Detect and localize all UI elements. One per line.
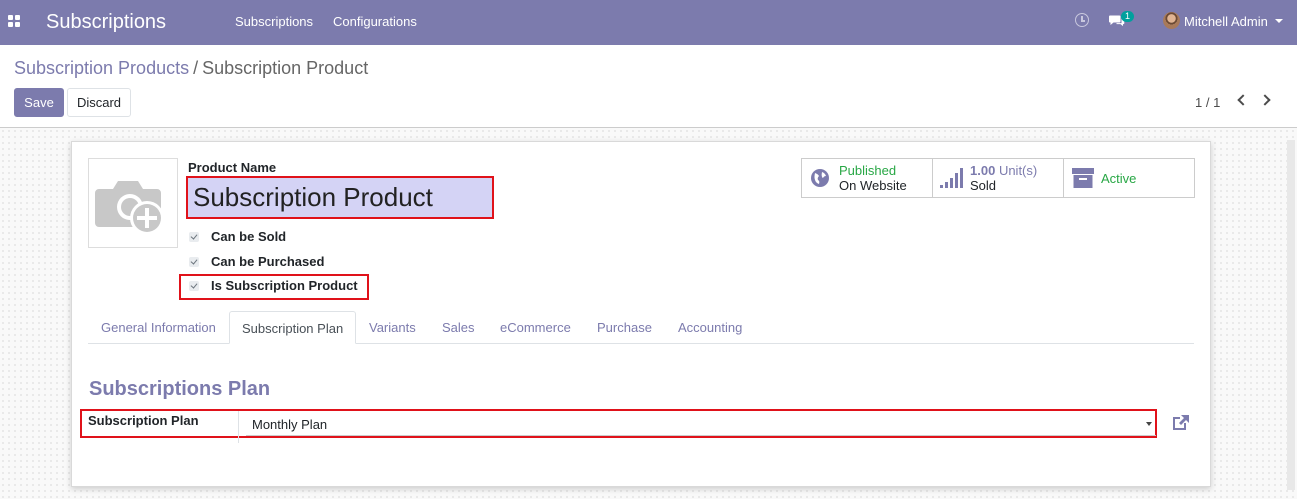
is-subscription-checkbox[interactable] — [189, 281, 199, 291]
chevron-down-icon[interactable] — [1275, 19, 1283, 23]
tab-general-information[interactable]: General Information — [101, 320, 216, 335]
breadcrumb-parent[interactable]: Subscription Products — [14, 58, 189, 78]
active-status: Active — [1101, 171, 1137, 186]
tab-subscription-plan[interactable]: Subscription Plan — [229, 311, 356, 344]
user-menu[interactable]: Mitchell Admin — [1184, 14, 1268, 29]
tab-subscription-plan-label: Subscription Plan — [242, 321, 344, 336]
sold-subtext: Sold — [970, 178, 997, 193]
menu-configurations[interactable]: Configurations — [333, 14, 417, 29]
clock-icon[interactable] — [1075, 13, 1089, 27]
top-navbar: Subscriptions Subscriptions Configuratio… — [0, 0, 1297, 45]
archive-icon — [1072, 168, 1094, 188]
bar-chart-icon — [940, 168, 963, 188]
breadcrumb-current: Subscription Product — [202, 58, 369, 78]
dropdown-caret-icon[interactable] — [1146, 422, 1152, 426]
published-smart-button[interactable]: Published On Website — [801, 158, 933, 198]
globe-icon — [811, 169, 829, 187]
save-button[interactable]: Save — [14, 88, 64, 117]
product-name-label: Product Name — [188, 160, 277, 175]
is-subscription-label: Is Subscription Product — [211, 278, 358, 293]
camera-add-icon — [95, 181, 164, 235]
product-image[interactable] — [88, 158, 178, 248]
breadcrumb: Subscription Products / Subscription Produ… — [14, 58, 368, 78]
tab-purchase[interactable]: Purchase — [597, 320, 652, 335]
discard-button[interactable]: Discard — [67, 88, 131, 117]
avatar[interactable] — [1163, 12, 1180, 29]
chevron-right-icon[interactable] — [1259, 94, 1271, 106]
tab-ecommerce[interactable]: eCommerce — [500, 320, 571, 335]
breadcrumb-separator: / — [193, 58, 199, 78]
pager-value[interactable]: 1 / 1 — [1195, 95, 1220, 110]
can-be-sold-checkbox[interactable] — [189, 232, 199, 242]
sold-unit: Unit(s) — [998, 163, 1038, 178]
subscription-plan-select[interactable]: Monthly Plan — [246, 414, 1156, 436]
subscription-plan-value: Monthly Plan — [252, 417, 328, 432]
subscription-plan-label: Subscription Plan — [88, 413, 199, 428]
tab-accounting[interactable]: Accounting — [678, 320, 742, 335]
apps-icon[interactable] — [8, 15, 20, 27]
sold-smart-button[interactable]: 1.00 Unit(s) Sold — [932, 158, 1064, 198]
section-title: Subscriptions Plan — [89, 378, 271, 400]
app-title[interactable]: Subscriptions — [46, 8, 166, 36]
menu-subscriptions[interactable]: Subscriptions — [235, 14, 313, 29]
published-status: Published — [839, 163, 897, 178]
published-subtext: On Website — [839, 178, 907, 193]
chevron-left-icon[interactable] — [1237, 94, 1249, 106]
sold-value: 1.00 — [970, 163, 996, 178]
tab-variants[interactable]: Variants — [369, 320, 416, 335]
can-be-sold-label: Can be Sold — [211, 229, 287, 244]
external-link-icon[interactable] — [1170, 414, 1190, 432]
scrollbar[interactable] — [1287, 140, 1295, 490]
chat-badge: 1 — [1121, 11, 1135, 22]
tab-sales[interactable]: Sales — [442, 320, 475, 335]
field-divider — [238, 411, 239, 443]
sold-quantity: 1.00 Unit(s) — [970, 163, 1037, 178]
can-be-purchased-label: Can be Purchased — [211, 254, 325, 269]
active-smart-button[interactable]: Active — [1063, 158, 1195, 198]
can-be-purchased-checkbox[interactable] — [189, 257, 199, 267]
product-name-input[interactable]: Subscription Product — [186, 176, 494, 219]
